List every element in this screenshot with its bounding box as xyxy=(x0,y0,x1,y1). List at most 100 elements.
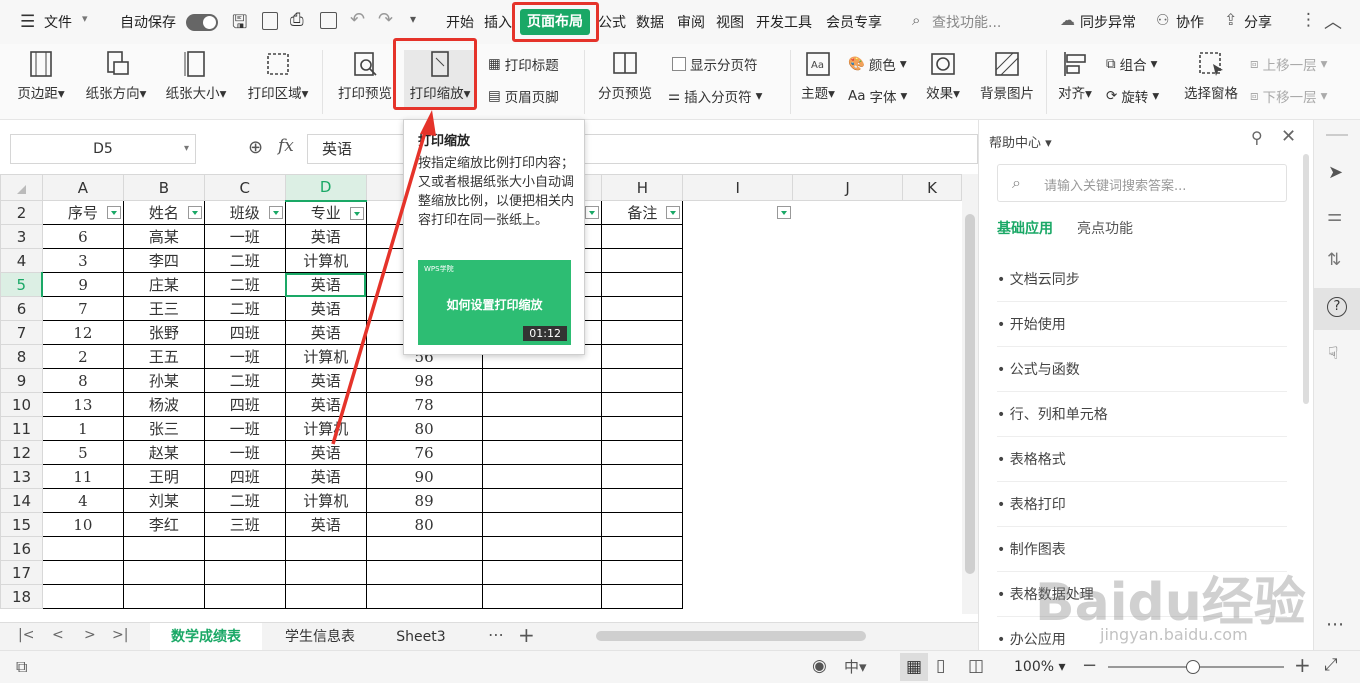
tab-insert[interactable]: 插入 xyxy=(484,12,512,32)
tab-member[interactable]: 会员专享 xyxy=(826,12,882,32)
help-icon-active[interactable]: ? xyxy=(1314,288,1360,330)
colors-button[interactable]: 🎨 颜色 ▾ xyxy=(848,54,907,74)
next-sheet-icon[interactable]: > xyxy=(84,627,96,643)
print-preview-icon[interactable] xyxy=(320,12,337,29)
zoom-formula-icon[interactable]: ⊕ xyxy=(248,137,263,158)
page-layout-view-icon[interactable]: ▯ xyxy=(936,656,945,676)
group-button[interactable]: ⧉ 组合 ▾ xyxy=(1106,54,1157,74)
zoom-level[interactable]: 100% ▾ xyxy=(1014,659,1066,675)
send-backward-button[interactable]: ⧈ 下移一层 ▾ xyxy=(1250,86,1327,106)
zoom-in-icon[interactable]: + xyxy=(1294,653,1311,677)
eye-protection-icon[interactable]: ◉ xyxy=(812,656,827,676)
tab-formulas[interactable]: 公式 xyxy=(598,12,626,32)
zoom-slider-thumb[interactable] xyxy=(1186,660,1200,674)
help-tab-basic[interactable]: 基础应用 xyxy=(997,218,1053,238)
more-sheets-icon[interactable]: ⋯ xyxy=(488,625,504,644)
hand-icon[interactable]: ☟ xyxy=(1328,344,1338,364)
slider-settings-icon[interactable]: ⚌ xyxy=(1327,206,1342,226)
print-icon[interactable]: ⎙ xyxy=(290,10,304,30)
macro-record-icon[interactable]: ⧉ xyxy=(16,657,27,677)
search-icon[interactable]: ⌕ xyxy=(912,11,920,29)
more-icon[interactable]: ▾ xyxy=(410,12,416,26)
scroll-thumb[interactable] xyxy=(965,214,975,574)
export-pdf-icon[interactable] xyxy=(262,12,278,30)
selection-pane-button[interactable]: 选择窗格 xyxy=(1180,50,1242,102)
close-icon[interactable]: ✕ xyxy=(1281,126,1296,147)
background-image-button[interactable]: 背景图片 xyxy=(974,50,1040,102)
redo-icon[interactable]: ↷ xyxy=(378,9,393,30)
margins-button[interactable]: 页边距▾ xyxy=(10,50,72,102)
horizontal-scrollbar[interactable] xyxy=(570,627,940,645)
tab-view[interactable]: 视图 xyxy=(716,12,744,32)
fonts-button[interactable]: Aa 字体 ▾ xyxy=(848,86,907,106)
prev-sheet-icon[interactable]: < xyxy=(52,627,64,643)
sheet-tab-math[interactable]: 数学成绩表 xyxy=(150,623,262,651)
collapse-ribbon-icon[interactable]: ︿ xyxy=(1324,8,1342,34)
more-vertical-icon[interactable]: ⋮ xyxy=(1300,10,1317,30)
help-item[interactable]: • 表格格式 xyxy=(997,438,1287,482)
share-icon[interactable]: ⇪ xyxy=(1224,10,1237,29)
help-item[interactable]: • 公式与函数 xyxy=(997,348,1287,392)
effects-button[interactable]: 效果▾ xyxy=(920,50,966,102)
help-item[interactable]: • 行、列和单元格 xyxy=(997,393,1287,437)
help-search-input[interactable]: ⌕ 请输入关键词搜索答案... xyxy=(997,164,1287,202)
pin-icon[interactable]: ⚲ xyxy=(1251,128,1263,147)
name-box[interactable]: D5 ▾ xyxy=(10,134,196,164)
tab-review[interactable]: 审阅 xyxy=(677,12,705,32)
page-break-view-icon[interactable]: ◫ xyxy=(968,656,984,676)
search-function-input[interactable]: 查找功能... xyxy=(932,12,1001,32)
fullscreen-icon[interactable]: ⤢ xyxy=(1324,655,1338,675)
vertical-scrollbar[interactable] xyxy=(962,174,978,614)
hamburger-icon[interactable]: ☰ xyxy=(20,12,35,32)
save-icon[interactable]: 🖫 xyxy=(232,10,247,40)
print-preview-button[interactable]: 打印预览 xyxy=(332,50,398,102)
paper-size-button[interactable]: 纸张大小▾ xyxy=(160,50,232,102)
more-horizontal-icon[interactable]: ⋯ xyxy=(1326,614,1344,635)
last-sheet-icon[interactable]: >| xyxy=(112,627,128,643)
help-item[interactable]: • 文档云同步 xyxy=(997,258,1287,302)
share-button[interactable]: 分享 xyxy=(1244,12,1272,32)
rotate-button[interactable]: ⟳ 旋转 ▾ xyxy=(1106,86,1159,106)
print-titles-button[interactable]: ▦ 打印标题 xyxy=(488,54,559,74)
undo-icon[interactable]: ↶ xyxy=(350,9,365,30)
tooltip-video-thumbnail[interactable]: WPS学院 如何设置打印缩放 01:12 xyxy=(418,260,571,345)
sheet-tab-sheet3[interactable]: Sheet3 xyxy=(380,623,462,651)
tab-developer[interactable]: 开发工具 xyxy=(756,12,812,32)
sheet-tab-students[interactable]: 学生信息表 xyxy=(266,623,374,651)
orientation-button[interactable]: 纸张方向▾ xyxy=(80,50,152,102)
add-sheet-icon[interactable]: + xyxy=(518,623,535,647)
sync-icon[interactable]: ☁ xyxy=(1060,11,1075,29)
cursor-icon[interactable]: ➤ xyxy=(1328,162,1343,183)
first-sheet-icon[interactable]: |< xyxy=(18,627,34,643)
chevron-down-icon[interactable]: ▾ xyxy=(184,135,189,163)
normal-view-button[interactable]: ▦ xyxy=(900,653,928,681)
sync-status[interactable]: 同步异常 xyxy=(1080,12,1136,32)
scroll-thumb[interactable] xyxy=(596,631,866,641)
tab-home[interactable]: 开始 xyxy=(446,12,474,32)
font-aa-icon: Aa xyxy=(848,88,866,104)
insert-page-break-button[interactable]: ⚌ 插入分页符 ▾ xyxy=(668,86,762,106)
show-page-breaks-checkbox[interactable]: 显示分页符 xyxy=(672,54,758,74)
help-title[interactable]: 帮助中心 ▾ xyxy=(989,132,1052,151)
align-button[interactable]: 对齐▾ xyxy=(1052,50,1098,102)
chevron-down-icon[interactable]: ▾ xyxy=(82,12,88,25)
sort-icon[interactable]: ⇅ xyxy=(1327,250,1341,270)
collab-icon[interactable]: ⚇ xyxy=(1156,11,1169,29)
theme-button[interactable]: Aa 主题▾ xyxy=(796,50,840,102)
print-area-button[interactable]: 打印区域▾ xyxy=(242,50,314,102)
page-break-preview-button[interactable]: 分页预览 xyxy=(592,50,658,102)
collab-button[interactable]: 协作 xyxy=(1176,12,1204,32)
bring-forward-button[interactable]: ⧈ 上移一层 ▾ xyxy=(1250,54,1327,74)
help-scrollbar[interactable] xyxy=(1303,154,1309,404)
input-method-icon[interactable]: 中▾ xyxy=(844,656,867,677)
autosave-toggle[interactable] xyxy=(186,14,218,31)
help-tab-highlight[interactable]: 亮点功能 xyxy=(1077,218,1133,238)
tab-data[interactable]: 数据 xyxy=(636,12,664,32)
fx-button[interactable]: fx xyxy=(278,136,294,156)
zoom-out-icon[interactable]: − xyxy=(1082,655,1097,676)
header-footer-button[interactable]: ▤ 页眉页脚 xyxy=(488,86,559,106)
menu-file[interactable]: 文件 xyxy=(44,12,72,32)
zoom-slider[interactable] xyxy=(1108,660,1284,674)
help-item[interactable]: • 开始使用 xyxy=(997,303,1287,347)
help-item[interactable]: • 表格打印 xyxy=(997,483,1287,527)
